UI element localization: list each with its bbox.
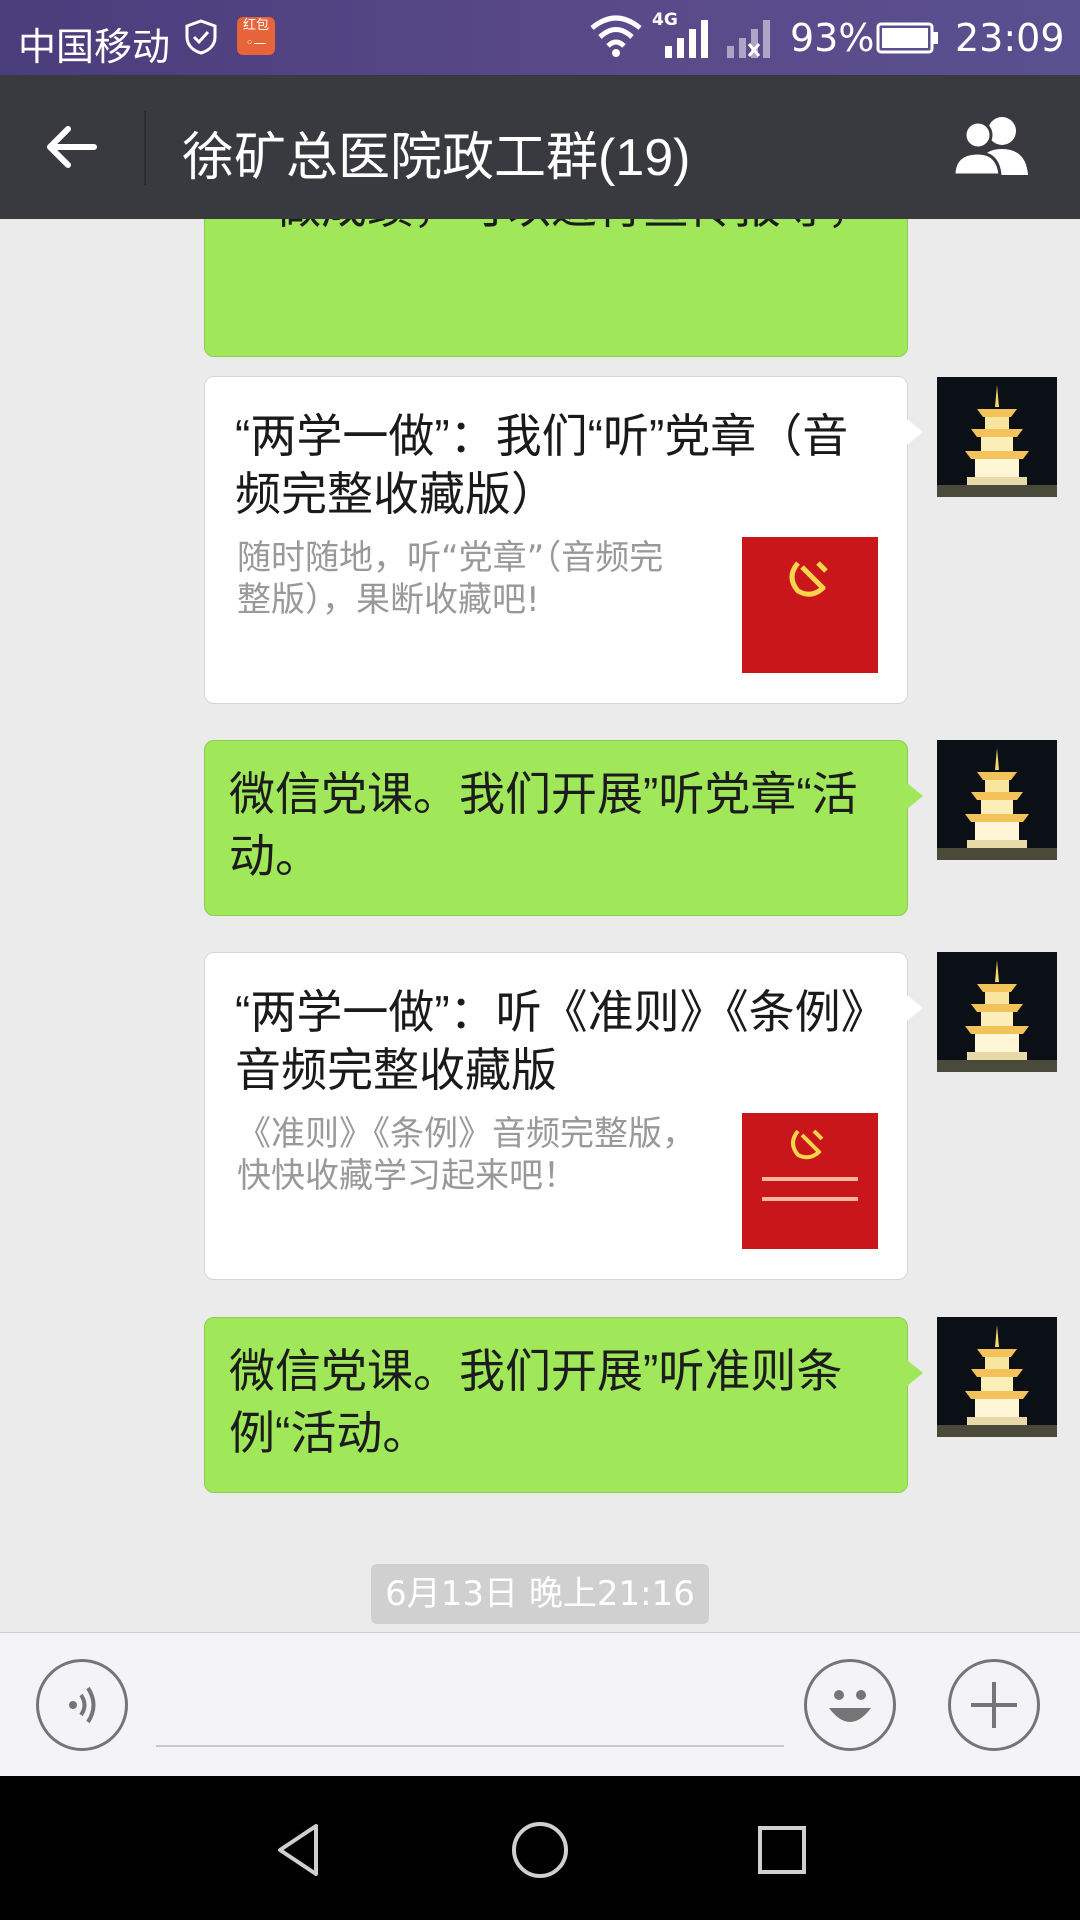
avatar[interactable] [937,377,1057,497]
signal-icon [665,20,708,58]
wifi-icon [590,15,642,57]
avatar[interactable] [937,952,1057,1072]
back-arrow-icon[interactable] [40,115,104,179]
red-packet-label: 红包 [242,18,269,33]
nav-recent-icon[interactable] [752,1820,812,1880]
pagoda-avatar-icon [937,1317,1057,1437]
link-card[interactable]: “两学一做”：我们“听”党章（音频完整收藏版） 随时随地，听“党章”（音频完整版… [204,376,923,704]
avatar[interactable] [937,740,1057,860]
link-card-description: 《准则》《条例》音频完整版，快快收藏学习起来吧！ [237,1114,696,1196]
header-divider [144,111,146,185]
chat-title: 徐矿总医院政工群(19) [182,129,691,187]
battery-percent: 93% [790,16,875,60]
voice-button[interactable] [36,1659,128,1751]
voice-icon [69,1686,96,1724]
message-bubble[interactable]: 微信党课。我们开展”听准则条例“活动。 [204,1317,923,1493]
nav-home-icon[interactable] [510,1820,570,1880]
link-card-title: “两学一做”：听《准则》《条例》音频完整收藏版 [235,986,864,1096]
more-button[interactable] [948,1659,1040,1751]
message-text: 微信党课。我们开展”听党章“活动。 [229,768,858,882]
message-bubble[interactable]: 一做成绩，可以进行宣传报导， [204,219,908,357]
emoji-icon [829,1690,871,1722]
pagoda-avatar-icon [937,377,1057,497]
system-nav-bar [0,1776,1080,1920]
party-emblem-icon [742,1113,878,1249]
link-card[interactable]: “两学一做”：听《准则》《条例》音频完整收藏版 《准则》《条例》音频完整版，快快… [204,952,923,1280]
shield-icon [185,19,217,55]
chat-header: 徐矿总医院政工群(19) [0,75,1080,219]
group-members-icon[interactable] [948,113,1036,181]
timestamp: 6月13日 晚上21:16 [371,1564,709,1624]
battery-icon [876,22,938,54]
message-text: 一做成绩，可以进行宣传报导， [229,219,883,238]
signal-no-sim-icon [727,20,770,58]
party-emblem-icon [742,537,878,673]
carrier-label: 中国移动 [18,25,171,69]
nav-back-icon[interactable] [270,1820,330,1880]
message-bubble[interactable]: 微信党课。我们开展”听党章“活动。 [204,740,923,916]
emoji-button[interactable] [804,1659,896,1751]
pagoda-avatar-icon [937,952,1057,1072]
status-bar: 中国移动 红包 ◦— 4G 93% 23:09 [0,0,1080,75]
link-card-description: 随时随地，听“党章”（音频完整版），果断收藏吧! [237,538,664,620]
pagoda-avatar-icon [937,740,1057,860]
message-text: 微信党课。我们开展”听准则条例“活动。 [229,1345,843,1459]
message-list[interactable]: 一做成绩，可以进行宣传报导， “两学一做”：我们“听”党章（音频完整收藏版） 随… [0,219,1080,1632]
link-card-thumbnail [742,537,878,673]
link-card-title: “两学一做”：我们“听”党章（音频完整收藏版） [235,410,849,520]
avatar[interactable] [937,1317,1057,1437]
red-packet-icon: 红包 ◦— [237,17,275,55]
plus-icon [971,1682,1017,1728]
message-input[interactable] [156,1673,784,1747]
input-bar [0,1632,1080,1777]
clock: 23:09 [955,16,1065,60]
link-card-thumbnail [742,1113,878,1249]
